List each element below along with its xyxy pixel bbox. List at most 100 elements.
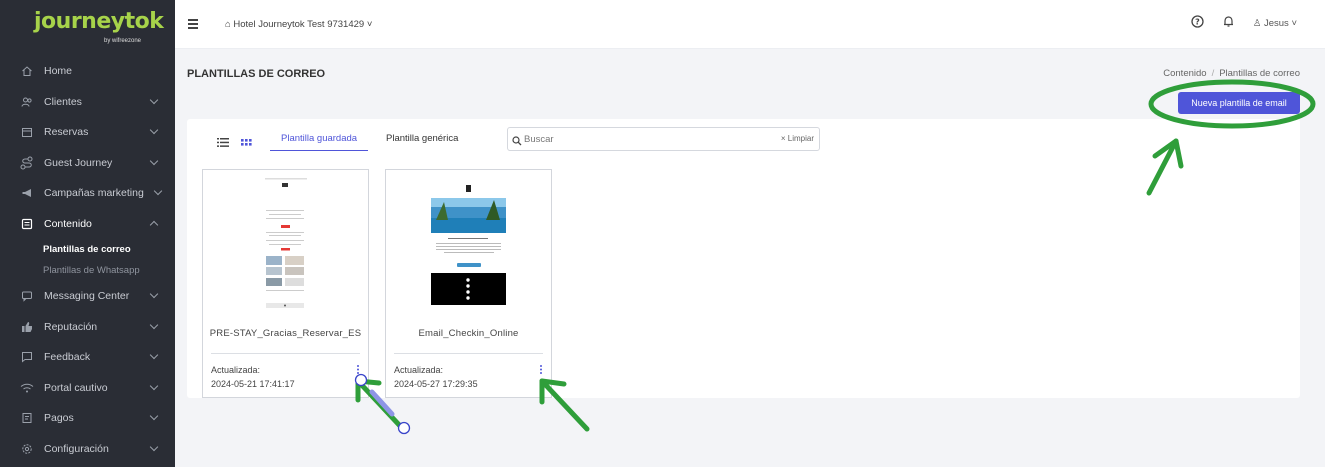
logo-byline: by wifreezone bbox=[104, 38, 142, 44]
wifi-icon bbox=[20, 381, 34, 395]
sidebar-item-contenido[interactable]: Contenido bbox=[0, 209, 175, 240]
clear-label: Limpiar bbox=[787, 134, 814, 143]
sidebar-item-feedback[interactable]: Feedback bbox=[0, 342, 175, 373]
sidebar-item-label: Home bbox=[44, 65, 73, 78]
kebab-menu-icon[interactable] bbox=[537, 363, 545, 377]
sidebar-subitem-plantillas-whatsapp[interactable]: Plantillas de Whatsapp bbox=[0, 260, 175, 281]
close-icon: × bbox=[780, 134, 788, 143]
chat-icon bbox=[20, 289, 34, 303]
sidebar-item-campanas[interactable]: Campañas marketing bbox=[0, 178, 175, 209]
search-box: × Limpiar bbox=[507, 127, 820, 151]
home-icon bbox=[20, 64, 34, 78]
sidebar-item-reputacion[interactable]: Reputación bbox=[0, 312, 175, 343]
updated-date: 2024-05-21 17:41:17 bbox=[211, 379, 295, 389]
logo-text: journeytok bbox=[34, 9, 164, 34]
kebab-menu-icon[interactable] bbox=[354, 363, 362, 377]
logo[interactable]: journeytok by wifreezone bbox=[0, 0, 175, 47]
chevron-down-icon bbox=[149, 381, 159, 390]
sidebar-item-label: Guest Journey bbox=[44, 156, 113, 169]
sidebar-item-guest-journey[interactable]: Guest Journey bbox=[0, 148, 175, 179]
updated-label: Actualizada: bbox=[211, 365, 261, 375]
user-icon: ♙ bbox=[1252, 17, 1264, 29]
svg-text:?: ? bbox=[1195, 17, 1200, 26]
search-input[interactable] bbox=[524, 132, 754, 147]
thumbs-up-icon bbox=[20, 320, 34, 334]
sidebar-nav: Home Clientes Reservas Guest Journey Cam… bbox=[0, 56, 175, 464]
bell-icon[interactable] bbox=[1222, 15, 1235, 31]
sidebar-item-label: Configuración bbox=[44, 442, 109, 455]
breadcrumb: Contenido / Plantillas de correo bbox=[1163, 68, 1300, 79]
sidebar-item-portal-cautivo[interactable]: Portal cautivo bbox=[0, 373, 175, 404]
page-title: PLANTILLAS DE CORREO bbox=[187, 68, 326, 80]
sidebar-item-label: Feedback bbox=[44, 351, 91, 364]
chevron-down-icon bbox=[149, 156, 159, 165]
calendar-icon bbox=[20, 125, 34, 139]
template-card[interactable]: PRE-STAY_Gracias_Reservar_ES Actualizada… bbox=[202, 169, 369, 398]
chevron-down-icon bbox=[153, 186, 163, 196]
document-icon bbox=[20, 217, 34, 231]
new-email-template-button[interactable]: Nueva plantilla de email bbox=[1178, 92, 1300, 114]
sidebar-item-reservas[interactable]: Reservas bbox=[0, 117, 175, 148]
chevron-down-icon bbox=[149, 350, 159, 360]
chevron-down-icon: ˅ bbox=[1288, 17, 1297, 29]
sidebar-item-messaging-center[interactable]: Messaging Center bbox=[0, 281, 175, 312]
top-bar: ⌂ Hotel Journeytok Test 9731429 ˅ ? ♙ Je… bbox=[175, 0, 1325, 49]
breadcrumb-item-current: Plantillas de correo bbox=[1219, 68, 1300, 79]
user-menu[interactable]: ♙ Jesus ˅ bbox=[1253, 18, 1297, 29]
sidebar-item-label: Reputación bbox=[44, 320, 98, 333]
sidebar: journeytok by wifreezone Home Clientes R… bbox=[0, 0, 175, 467]
main-content: PLANTILLAS DE CORREO Contenido / Plantilla… bbox=[175, 49, 1325, 467]
sidebar-item-label: Campañas marketing bbox=[44, 187, 144, 200]
hotel-selector[interactable]: ⌂ Hotel Journeytok Test 9731429 ˅ bbox=[225, 19, 372, 30]
user-name: Jesus bbox=[1263, 17, 1289, 29]
chevron-down-icon: ˅ bbox=[364, 19, 373, 30]
sidebar-item-label: Portal cautivo bbox=[44, 381, 108, 394]
help-icon[interactable]: ? bbox=[1191, 15, 1204, 31]
sidebar-item-label: Contenido bbox=[44, 217, 92, 230]
breadcrumb-item[interactable]: Contenido bbox=[1163, 68, 1206, 79]
list-view-icon[interactable] bbox=[217, 134, 229, 152]
chevron-down-icon bbox=[149, 95, 159, 104]
receipt-icon bbox=[20, 411, 34, 425]
sidebar-item-label: Pagos bbox=[44, 412, 74, 425]
chevron-up-icon bbox=[149, 220, 159, 229]
template-thumbnail[interactable] bbox=[386, 170, 551, 315]
chevron-down-icon bbox=[149, 289, 159, 299]
sidebar-item-label: Messaging Center bbox=[44, 290, 130, 303]
template-name: Email_Checkin_Online bbox=[418, 328, 519, 339]
chevron-down-icon bbox=[149, 411, 159, 421]
updated-date: 2024-05-27 17:29:35 bbox=[394, 379, 478, 389]
template-card[interactable]: Email_Checkin_Online Actualizada: 2024-0… bbox=[385, 169, 552, 398]
divider bbox=[211, 353, 360, 354]
templates-toolbar: Plantilla guardada Plantilla genérica × … bbox=[187, 119, 1300, 157]
route-icon bbox=[20, 156, 34, 170]
sidebar-item-label: Reservas bbox=[44, 126, 89, 139]
search-icon bbox=[512, 133, 522, 151]
view-toggle bbox=[217, 134, 252, 152]
users-icon bbox=[20, 95, 34, 109]
sidebar-item-configuracion[interactable]: Configuración bbox=[0, 434, 175, 465]
megaphone-icon bbox=[20, 186, 34, 200]
chevron-down-icon bbox=[149, 442, 159, 451]
chevron-down-icon bbox=[149, 320, 159, 329]
hotel-name: Hotel Journeytok Test 9731429 bbox=[233, 19, 365, 30]
grid-view-icon[interactable] bbox=[241, 134, 252, 152]
menu-icon[interactable] bbox=[188, 19, 198, 31]
sidebar-item-home[interactable]: Home bbox=[0, 56, 175, 87]
divider bbox=[394, 353, 543, 354]
sidebar-item-label: Clientes bbox=[44, 95, 82, 108]
clear-search-button[interactable]: × Limpiar bbox=[781, 134, 814, 143]
sidebar-item-pagos[interactable]: Pagos bbox=[0, 403, 175, 434]
feedback-icon bbox=[20, 350, 34, 364]
top-right-controls: ? ♙ Jesus ˅ bbox=[1191, 15, 1297, 31]
updated-label: Actualizada: bbox=[394, 365, 444, 375]
sidebar-subitem-plantillas-correo[interactable]: Plantillas de correo bbox=[0, 239, 175, 260]
chevron-down-icon bbox=[149, 125, 159, 135]
tab-plantilla-guardada[interactable]: Plantilla guardada bbox=[270, 133, 369, 151]
templates-panel: Plantilla guardada Plantilla genérica × … bbox=[187, 119, 1300, 398]
template-name: PRE-STAY_Gracias_Reservar_ES bbox=[209, 328, 362, 339]
tab-plantilla-generica[interactable]: Plantilla genérica bbox=[386, 133, 458, 144]
sidebar-item-clientes[interactable]: Clientes bbox=[0, 87, 175, 118]
gear-icon bbox=[20, 442, 34, 456]
template-thumbnail[interactable] bbox=[203, 170, 368, 315]
